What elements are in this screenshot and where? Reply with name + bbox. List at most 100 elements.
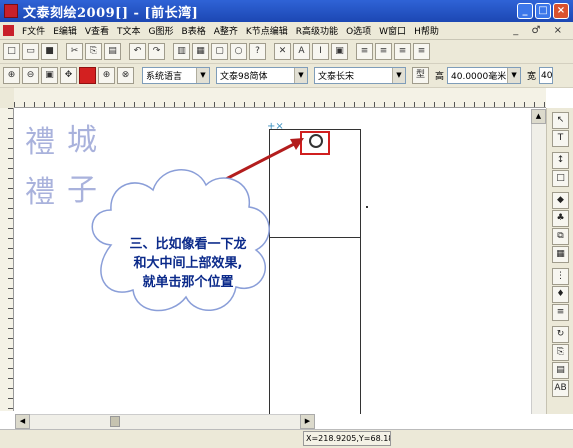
align-center-icon[interactable]: ≡ (375, 43, 392, 60)
copy-tool-icon[interactable]: ⎘ (552, 344, 569, 361)
font-select-2-value: 文泰长宋 (318, 72, 355, 82)
zoom-icon[interactable]: ⊕ (3, 67, 20, 84)
chevron-down-icon[interactable]: ▼ (294, 68, 307, 83)
scroll-left-arrow-icon[interactable]: ◀ (15, 414, 30, 429)
format-toolbar: ⊕ ⊖ ▣ ✥ ⊕ ⊗ 系统语言 ▼ 文泰98简体 ▼ 文泰长宋 ▼ 型 高 4… (0, 64, 573, 88)
tools-toolbar: ↖ T ↕ □ ◆ ♣ ⧉ ▦ ⋮ ♦ ≡ ↻ ⎘ ▤ AB (546, 108, 573, 414)
zoom-out-icon[interactable]: ⊖ (22, 67, 39, 84)
magnifier-icon[interactable] (309, 134, 323, 148)
zoom-fit-icon[interactable]: ⊗ (117, 67, 134, 84)
title-bar: 文泰刻绘2009[] - [前长湾] _ □ × (0, 0, 573, 22)
copy-icon[interactable]: ⎘ (85, 43, 102, 60)
text-a-icon[interactable]: A (293, 43, 310, 60)
document-icon (3, 25, 14, 36)
preview-icon[interactable]: ▦ (192, 43, 209, 60)
language-select[interactable]: 系统语言 ▼ (142, 67, 210, 84)
color-icon[interactable] (79, 67, 96, 84)
seal-char: 禮 (25, 175, 55, 210)
horizontal-ruler[interactable] (14, 88, 546, 108)
menu-help[interactable]: H帮助 (410, 24, 443, 37)
image-icon[interactable]: ▣ (331, 43, 348, 60)
scroll-up-arrow-icon[interactable]: ▲ (531, 109, 546, 124)
maximize-button[interactable]: □ (535, 3, 551, 19)
menu-advanced[interactable]: R高级功能 (292, 24, 342, 37)
mdi-controls[interactable]: _ ♂ × (513, 25, 567, 36)
pan-icon[interactable]: ✥ (60, 67, 77, 84)
rectangle-icon[interactable]: □ (552, 170, 569, 187)
window-controls: _ □ × (517, 3, 569, 19)
vertical-ruler[interactable] (0, 108, 14, 411)
callout-line-3: 就单击那个位置 (142, 275, 234, 290)
paste-tool-icon[interactable]: ▤ (552, 362, 569, 379)
cut-icon[interactable]: ✂ (66, 43, 83, 60)
align-icon[interactable]: ✕ (274, 43, 291, 60)
chevron-down-icon[interactable]: ▼ (196, 68, 209, 83)
save-icon[interactable]: ■ (41, 43, 58, 60)
undo-icon[interactable]: ↶ (129, 43, 146, 60)
paste-icon[interactable]: ▤ (104, 43, 121, 60)
transform-icon[interactable]: ↻ (552, 326, 569, 343)
align-right-icon[interactable]: ≡ (394, 43, 411, 60)
height-label: 高 (435, 72, 445, 82)
font-select-1[interactable]: 文泰98简体 ▼ (216, 67, 308, 84)
redo-icon[interactable]: ↷ (148, 43, 165, 60)
minimize-button[interactable]: _ (517, 3, 533, 19)
scroll-thumb[interactable] (110, 416, 120, 427)
bulb-icon[interactable]: ○ (230, 43, 247, 60)
height-input[interactable]: 40.0000毫米 ▼ (447, 67, 522, 84)
justify-icon[interactable]: ≡ (413, 43, 430, 60)
menu-options[interactable]: O选项 (342, 24, 375, 37)
ruler-corner (0, 88, 14, 108)
open-icon[interactable]: ▭ (22, 43, 39, 60)
menu-view[interactable]: V查看 (81, 24, 113, 37)
help-icon[interactable]: ? (249, 43, 266, 60)
menu-text[interactable]: T文本 (113, 24, 145, 37)
language-select-value: 系统语言 (146, 72, 183, 82)
drawing-canvas[interactable]: 禮 城 禮 子 +× 三、比如像看一下龙 和大中间上部效果, 就单击那个位置 (15, 109, 546, 414)
text-tool-icon[interactable]: T (552, 130, 569, 147)
ab-icon[interactable]: AB (552, 380, 569, 397)
table-icon[interactable]: ▦ (552, 246, 569, 263)
font-style-icon[interactable]: 型 (412, 67, 429, 84)
menu-edit[interactable]: E编辑 (49, 24, 81, 37)
group-icon[interactable]: ⧉ (552, 228, 569, 245)
callout-text: 三、比如像看一下龙 和大中间上部效果, 就单击那个位置 (103, 235, 273, 292)
height-value: 40.0000毫米 (451, 72, 507, 82)
menu-graphics[interactable]: G图形 (145, 24, 178, 37)
list-icon[interactable]: ≡ (552, 304, 569, 321)
new-icon[interactable]: □ (3, 43, 20, 60)
horizontal-scrollbar[interactable] (15, 414, 315, 429)
vertical-scrollbar[interactable] (531, 109, 546, 414)
menu-node-edit[interactable]: K节点编辑 (242, 24, 292, 37)
seal-char: 城 (67, 123, 97, 158)
menu-window[interactable]: W窗口 (375, 24, 410, 37)
status-bar (0, 429, 573, 448)
node-icon[interactable]: ⋮ (552, 268, 569, 285)
scroll-right-arrow-icon[interactable]: ▶ (300, 414, 315, 429)
vertical-text-icon[interactable]: ↕ (552, 152, 569, 169)
width-label: 宽 (527, 72, 537, 82)
fill-icon[interactable]: ♣ (552, 210, 569, 227)
close-button[interactable]: × (553, 3, 569, 19)
align-left-icon[interactable]: ≡ (356, 43, 373, 60)
menu-arrange[interactable]: A整齐 (210, 24, 242, 37)
callout-line-1: 三、比如像看一下龙 (129, 237, 247, 252)
print-icon[interactable]: ▥ (173, 43, 190, 60)
width-value: 40 (541, 70, 553, 81)
menu-table[interactable]: B表格 (178, 24, 210, 37)
standard-toolbar: □ ▭ ■ ✂ ⎘ ▤ ↶ ↷ ▥ ▦ ▢ ○ ? ✕ A I ▣ ≡ ≡ ≡ … (0, 40, 573, 64)
paint-icon[interactable]: ♦ (552, 286, 569, 303)
width-input[interactable]: 40 (539, 67, 554, 84)
shape-icon[interactable]: ◆ (552, 192, 569, 209)
menu-file[interactable]: F文件 (18, 24, 49, 37)
page-midline (269, 237, 361, 238)
callout-line-2: 和大中间上部效果, (133, 256, 243, 271)
font-select-2[interactable]: 文泰长宋 ▼ (314, 67, 406, 84)
chevron-down-icon[interactable]: ▼ (392, 68, 405, 83)
zoom-in-icon[interactable]: ⊕ (98, 67, 115, 84)
chevron-down-icon[interactable]: ▼ (507, 68, 521, 83)
italic-icon[interactable]: I (312, 43, 329, 60)
page-icon[interactable]: ▢ (211, 43, 228, 60)
pointer-icon[interactable]: ↖ (552, 112, 569, 129)
zoom-page-icon[interactable]: ▣ (41, 67, 58, 84)
